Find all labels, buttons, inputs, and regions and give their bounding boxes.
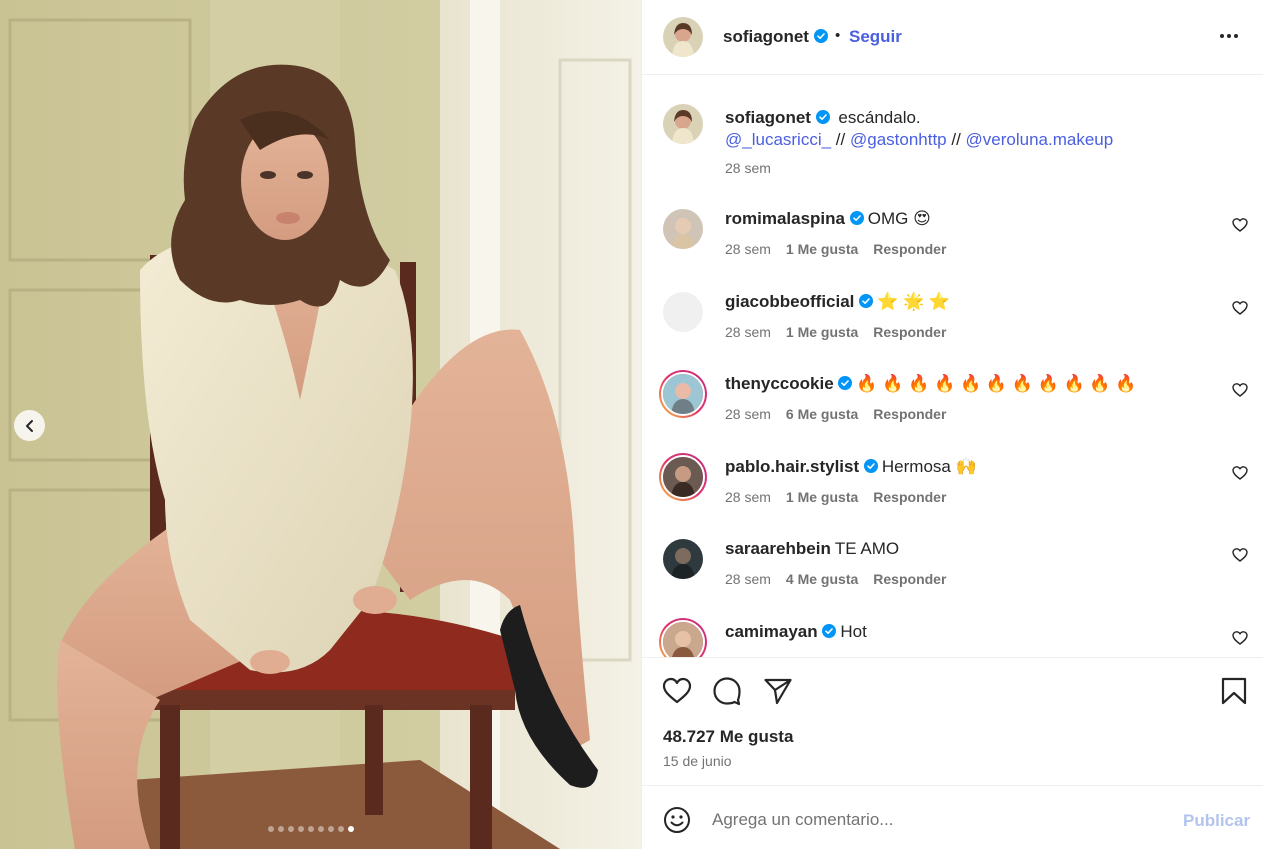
verified-badge-icon [849,211,864,225]
verified-badge-icon [822,624,837,638]
comment-like-heart-icon[interactable] [1232,300,1248,316]
carousel-dot [298,826,304,832]
carousel-dot [328,826,334,832]
author-username[interactable]: sofiagonet [723,27,828,47]
post-actions: 48.727 Me gusta 15 de junio [642,657,1263,785]
commenter-username[interactable]: pablo.hair.stylist [725,457,859,476]
comment-time: 28 sem [725,571,771,587]
publish-button[interactable]: Publicar [1183,811,1250,831]
comment-composer: Publicar [642,785,1263,849]
caption-mentions: @_lucasricci_ // @gastonhttp // @verolun… [725,130,1113,150]
comment-like-heart-icon[interactable] [1232,382,1248,398]
comment-likes[interactable]: 1 Me gusta [786,241,858,257]
verified-badge-icon [863,459,878,473]
comment-row: giacobbeofficial ⭐ 🌟 ⭐ 28 sem 1 Me gusta Re… [642,292,1263,364]
verified-badge-icon [815,110,830,124]
post-caption: sofiagonet escándalo. @_lucasricci_ // @… [642,100,1263,180]
comments-list[interactable]: sofiagonet escándalo. @_lucasricci_ // @… [642,76,1263,657]
commenter-avatar[interactable] [659,453,707,501]
comment-text: ⭐ 🌟 ⭐ [877,292,951,311]
reply-button[interactable]: Responder [873,571,946,587]
reply-button[interactable]: Responder [873,324,946,340]
comment-like-heart-icon[interactable] [1232,217,1248,233]
verified-badge-icon [813,29,828,43]
more-options-icon[interactable] [1220,28,1244,44]
carousel-dot [318,826,324,832]
carousel-dot [268,826,274,832]
comment-time: 28 sem [725,241,771,257]
post-media[interactable] [0,0,641,849]
comment-likes[interactable]: 4 Me gusta [786,571,858,587]
comment-likes[interactable]: 6 Me gusta [786,406,858,422]
comment-row: camimayan Hot [642,618,1263,657]
comment-time: 28 sem [725,324,771,340]
comment-text: OMG 😍 [867,209,931,228]
verified-badge-icon [859,294,874,308]
likes-count[interactable]: 48.727 Me gusta [663,727,793,747]
commenter-username[interactable]: camimayan [725,622,818,641]
comment-likes[interactable]: 1 Me gusta [786,324,858,340]
caption-time: 28 sem [725,160,771,176]
comment-row: pablo.hair.stylist Hermosa 🙌 28 sem 1 Me g… [642,453,1263,529]
author-avatar[interactable] [663,17,703,57]
mention-link[interactable]: @_lucasricci_ [725,130,831,149]
caption-username[interactable]: sofiagonet [725,108,811,127]
commenter-avatar[interactable] [659,618,707,657]
comment-row: thenyccookie 🔥 🔥 🔥 🔥 🔥 🔥 🔥 🔥 🔥 🔥 🔥 28 sem… [642,370,1263,446]
mention-link[interactable]: @gastonhttp [850,130,947,149]
carousel-dot [338,826,344,832]
commenter-username[interactable]: romimalaspina [725,209,845,228]
comment-like-heart-icon[interactable] [1232,547,1248,563]
mention-link[interactable]: @veroluna.makeup [966,130,1114,149]
comment-input[interactable] [712,806,1152,834]
paper-plane-icon[interactable] [763,676,793,706]
bookmark-icon[interactable] [1219,676,1249,706]
caption-avatar[interactable] [663,104,703,144]
commenter-avatar[interactable] [663,292,703,332]
comment-like-heart-icon[interactable] [1232,630,1248,646]
carousel-dot [278,826,284,832]
comment-text: Hot [840,622,867,641]
heart-icon[interactable] [662,676,692,706]
comment-time: 28 sem [725,406,771,422]
carousel-indicator [268,826,354,832]
post-header: sofiagonet • Seguir [642,0,1263,75]
comment-text: TE AMO [834,539,900,558]
commenter-username[interactable]: thenyccookie [725,374,834,393]
emoji-smiley-icon[interactable] [663,806,691,834]
comment-row: saraarehbein TE AMO 28 sem 4 Me gusta Respon… [642,539,1263,611]
commenter-username[interactable]: giacobbeofficial [725,292,854,311]
reply-button[interactable]: Responder [873,406,946,422]
post-photo [0,0,641,849]
comment-text: Hermosa 🙌 [881,457,977,476]
commenter-username[interactable]: saraarehbein [725,539,831,558]
comment-like-heart-icon[interactable] [1232,465,1248,481]
caption-text: escándalo. [838,108,921,127]
carousel-dot [288,826,294,832]
verified-badge-icon [838,376,853,390]
comment-text: 🔥 🔥 🔥 🔥 🔥 🔥 🔥 🔥 🔥 🔥 🔥 [856,374,1137,393]
comment-bubble-icon[interactable] [712,676,742,706]
commenter-avatar[interactable] [659,370,707,418]
mention-separator: // [946,130,966,149]
reply-button[interactable]: Responder [873,489,946,505]
commenter-avatar[interactable] [663,209,703,249]
mention-separator: // [831,130,850,149]
comment-time: 28 sem [725,489,771,505]
post-panel: sofiagonet • Seguir sofiagonet escándalo… [641,0,1263,849]
reply-button[interactable]: Responder [873,241,946,257]
chevron-left-icon [25,419,33,432]
previous-slide-button[interactable] [14,410,45,441]
carousel-dot [348,826,354,832]
comment-row: romimalaspina OMG 😍 28 sem 1 Me gusta Respo… [642,209,1263,281]
header-separator: • [835,27,841,44]
carousel-dot [308,826,314,832]
commenter-avatar[interactable] [663,539,703,579]
comment-likes[interactable]: 1 Me gusta [786,489,858,505]
follow-button[interactable]: Seguir [849,27,902,47]
post-date[interactable]: 15 de junio [663,753,732,769]
